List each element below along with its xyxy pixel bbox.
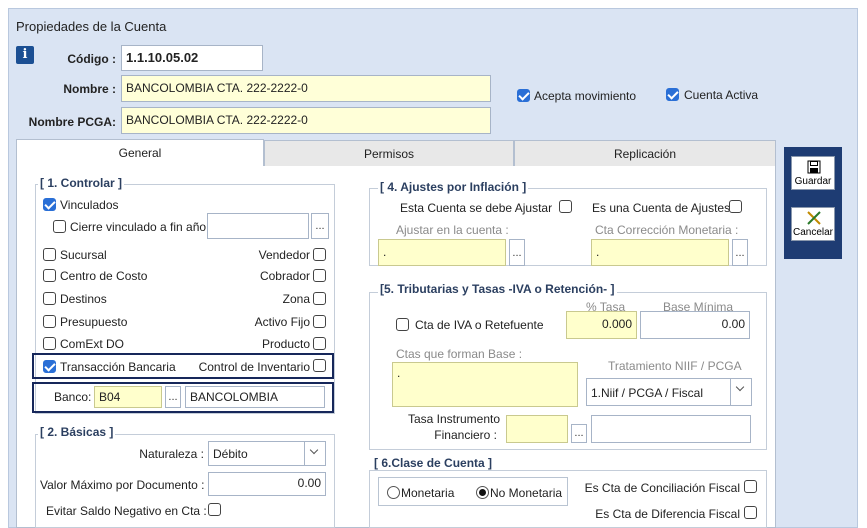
tab-permisos[interactable]: Permisos [264,140,514,167]
ajustar-en-field[interactable]: . [378,239,506,266]
nombre-label: Nombre : [63,82,116,96]
naturaleza-dropdown-icon[interactable] [304,442,324,465]
sucursal-checkbox[interactable] [43,248,56,261]
codigo-field[interactable]: 1.1.10.05.02 [121,45,263,71]
no-monetaria-radio[interactable] [476,486,489,499]
tasa-field[interactable]: 0.000 [566,311,637,339]
valor-maximo-field[interactable]: 0.00 [208,472,326,496]
basicas-title: [ 2. Básicas ] [38,425,116,439]
banco-name-field[interactable]: BANCOLOMBIA [185,386,325,408]
tasa-instrumento-field[interactable] [506,415,568,443]
monetaria-radio[interactable] [387,486,400,499]
producto-label: Producto [261,337,310,351]
tasa-instrumento-browse-button[interactable]: ... [571,424,587,443]
valor-maximo-label: Valor Máximo por Documento : [40,478,205,492]
ajustes-title: [ 4. Ajustes por Inflación ] [378,180,529,194]
ctas-base-list[interactable]: . [392,362,578,407]
evitar-saldo-label: Evitar Saldo Negativo en Cta : [46,504,207,518]
ajustar-en-label: Ajustar en la cuenta : [396,223,509,237]
se-debe-ajustar-label: Esta Cuenta se debe Ajustar [400,201,553,215]
evitar-saldo-checkbox[interactable] [208,503,221,516]
cancel-icon [807,211,821,225]
presupuesto-label: Presupuesto [60,315,128,329]
cuenta-activa-checkbox[interactable] [666,88,679,101]
tratamiento-dropdown-icon[interactable] [730,379,750,405]
zona-checkbox[interactable] [313,292,326,305]
destinos-checkbox[interactable] [43,292,56,305]
producto-checkbox[interactable] [313,337,326,350]
controlar-title: [ 1. Controlar ] [38,176,125,190]
base-minima-field[interactable]: 0.00 [640,311,750,339]
codigo-label: Código : [67,52,116,66]
naturaleza-label: Naturaleza : [139,447,204,461]
cierre-vinculado-label: Cierre vinculado a fin año [70,220,207,234]
activo-fijo-checkbox[interactable] [313,315,326,328]
conciliacion-fiscal-checkbox[interactable] [744,480,757,493]
cierre-vinculado-browse-button[interactable]: ... [311,213,329,239]
window-title: Propiedades de la Cuenta [16,19,167,34]
centro-costo-label: Centro de Costo [60,269,148,283]
tab-general[interactable]: General [16,139,264,167]
vendedor-label: Vendedor [258,248,310,262]
vendedor-checkbox[interactable] [313,248,326,261]
diferencia-fiscal-checkbox[interactable] [744,506,757,519]
nombre-pcga-label: Nombre PCGA: [28,115,116,129]
ctas-base-label: Ctas que forman Base : [396,347,523,361]
activo-fijo-label: Activo Fijo [254,315,310,329]
cta-correccion-browse-button[interactable]: ... [732,239,748,266]
cobrador-label: Cobrador [259,269,310,283]
cuenta-activa-label: Cuenta Activa [684,88,759,102]
nombre-field[interactable]: BANCOLOMBIA CTA. 222-2222-0 [121,75,491,102]
guardar-button[interactable]: Guardar [791,156,835,190]
monetaria-label: Monetaria [401,486,455,500]
cta-correccion-label: Cta Corrección Monetaria : [595,223,739,237]
tab-replicacion[interactable]: Replicación [514,140,776,167]
transaccion-bancaria-label: Transacción Bancaria [60,360,176,374]
acepta-movimiento-label: Acepta movimiento [534,89,637,103]
tributarias-title: [5. Tributarias y Tasas -IVA o Retención… [378,282,617,296]
cobrador-checkbox[interactable] [313,269,326,282]
conciliacion-fiscal-label: Es Cta de Conciliación Fiscal [584,481,740,495]
cta-correccion-field[interactable]: . [591,239,729,266]
ajustar-en-browse-button[interactable]: ... [509,239,525,266]
control-inventario-label: Control de Inventario [198,360,310,374]
tasa-instrumento-desc-field[interactable] [591,415,751,443]
comext-label: ComExt DO [60,337,125,351]
nombre-pcga-field[interactable]: BANCOLOMBIA CTA. 222-2222-0 [121,107,491,134]
vinculados-checkbox[interactable] [43,198,56,211]
se-debe-ajustar-checkbox[interactable] [559,200,572,213]
comext-checkbox[interactable] [43,337,56,350]
presupuesto-checkbox[interactable] [43,315,56,328]
tratamiento-label: Tratamiento NIIF / PCGA [608,359,742,373]
destinos-label: Destinos [60,292,107,306]
cta-iva-label: Cta de IVA o Retefuente [415,318,544,332]
cierre-vinculado-field[interactable] [207,213,309,239]
es-cuenta-ajustes-label: Es una Cuenta de Ajustes [592,201,731,215]
clase-cuenta-title: [ 6.Clase de Cuenta ] [372,456,495,470]
cancelar-button[interactable]: Cancelar [791,207,835,241]
centro-costo-checkbox[interactable] [43,269,56,282]
save-icon [807,160,821,174]
tratamiento-value: 1.Niif / PCGA / Fiscal [591,386,704,400]
info-icon[interactable]: i [16,46,34,64]
cierre-vinculado-checkbox[interactable] [53,220,66,233]
financiero-label: Financiero : [434,428,497,442]
banco-label: Banco: [54,390,92,404]
acepta-movimiento-checkbox[interactable] [517,89,530,102]
vinculados-label: Vinculados [60,198,119,212]
tasa-instrumento-label: Tasa Instrumento [407,412,501,426]
diferencia-fiscal-label: Es Cta de Diferencia Fiscal [595,507,740,521]
no-monetaria-label: No Monetaria [490,486,563,500]
sucursal-label: Sucursal [60,248,107,262]
zona-label: Zona [282,292,310,306]
cta-iva-checkbox[interactable] [396,318,409,331]
control-inventario-checkbox[interactable] [313,359,326,372]
guardar-label: Guardar [794,176,832,187]
transaccion-bancaria-checkbox[interactable] [43,360,56,373]
es-cuenta-ajustes-checkbox[interactable] [729,200,742,213]
banco-browse-button[interactable]: ... [165,386,181,408]
naturaleza-value: Débito [213,447,248,461]
banco-code-field[interactable]: B04 [94,386,162,408]
cancelar-label: Cancelar [792,227,834,238]
